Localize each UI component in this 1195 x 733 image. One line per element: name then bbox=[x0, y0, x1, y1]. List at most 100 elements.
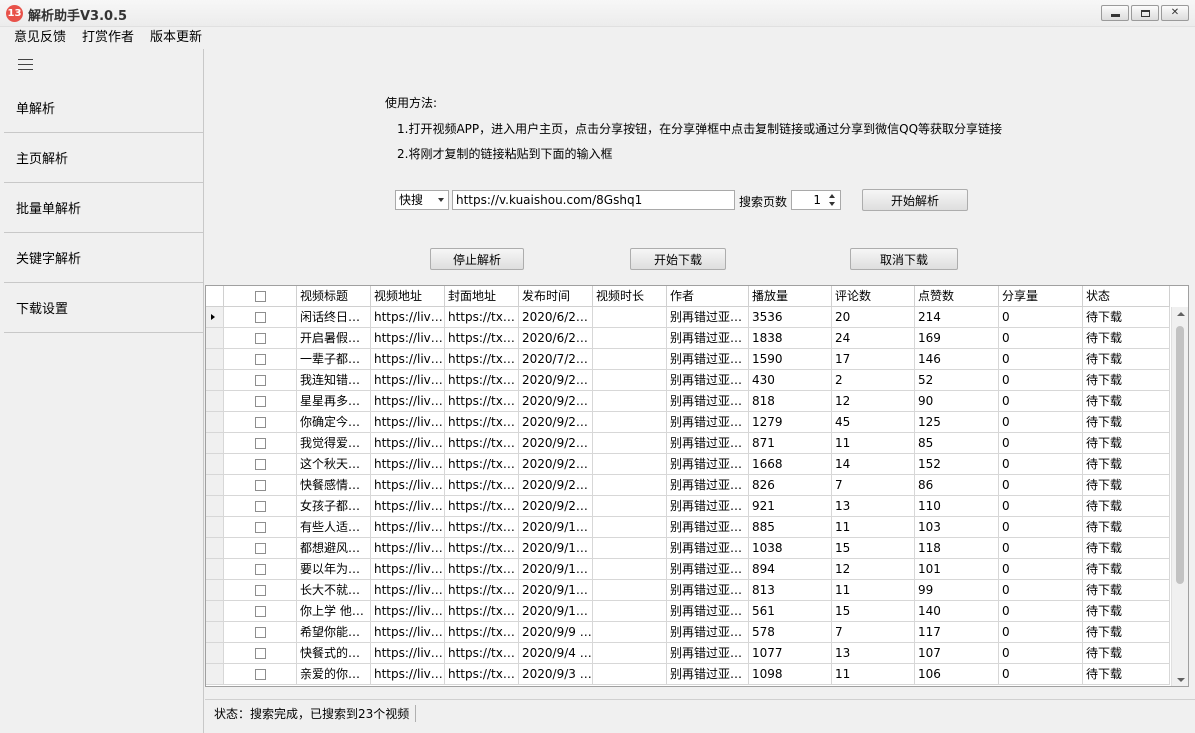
row-select-cell[interactable] bbox=[224, 622, 297, 642]
table-cell[interactable]: 待下载 bbox=[1083, 370, 1170, 390]
table-cell[interactable]: 99 bbox=[915, 580, 999, 600]
table-cell[interactable]: https://liv… bbox=[371, 538, 445, 558]
table-cell[interactable]: 146 bbox=[915, 349, 999, 369]
table-cell[interactable]: https://tx… bbox=[445, 391, 519, 411]
row-select-cell[interactable] bbox=[224, 433, 297, 453]
table-cell[interactable]: https://tx… bbox=[445, 328, 519, 348]
table-cell[interactable]: 快餐感情… bbox=[297, 475, 371, 495]
table-cell[interactable]: https://liv… bbox=[371, 580, 445, 600]
table-cell[interactable] bbox=[593, 349, 667, 369]
table-cell[interactable]: 0 bbox=[999, 328, 1083, 348]
table-cell[interactable]: 110 bbox=[915, 496, 999, 516]
table-cell[interactable]: 813 bbox=[749, 580, 832, 600]
table-row[interactable]: 这个秋天… https://liv… https://tx… 2020/9/2… 别再错… bbox=[206, 454, 1170, 475]
table-cell[interactable]: 待下载 bbox=[1083, 601, 1170, 621]
table-cell[interactable] bbox=[593, 307, 667, 327]
table-cell[interactable]: https://tx… bbox=[445, 580, 519, 600]
table-cell[interactable]: https://liv… bbox=[371, 349, 445, 369]
table-cell[interactable]: 11 bbox=[832, 664, 915, 684]
table-cell[interactable]: 0 bbox=[999, 517, 1083, 537]
table-cell[interactable]: 578 bbox=[749, 622, 832, 642]
table-cell[interactable]: 别再错过亚… bbox=[667, 496, 749, 516]
row-checkbox[interactable] bbox=[254, 332, 266, 344]
table-row[interactable]: 你确定今… https://liv… https://tx… 2020/9/2… 别再错… bbox=[206, 412, 1170, 433]
hamburger-menu-icon[interactable] bbox=[18, 59, 34, 71]
table-cell[interactable]: 826 bbox=[749, 475, 832, 495]
table-cell[interactable] bbox=[593, 643, 667, 663]
table-cell[interactable]: 别再错过亚… bbox=[667, 454, 749, 474]
row-select-cell[interactable] bbox=[224, 496, 297, 516]
sidebar-item-single-parse[interactable]: 单解析 bbox=[4, 83, 204, 133]
row-checkbox[interactable] bbox=[254, 374, 266, 386]
row-checkbox[interactable] bbox=[254, 311, 266, 323]
table-cell[interactable]: 13 bbox=[832, 496, 915, 516]
table-cell[interactable]: 2020/9/1… bbox=[519, 538, 593, 558]
table-cell[interactable]: 有些人适… bbox=[297, 517, 371, 537]
table-cell[interactable]: 1668 bbox=[749, 454, 832, 474]
table-cell[interactable]: 561 bbox=[749, 601, 832, 621]
table-cell[interactable]: 0 bbox=[999, 454, 1083, 474]
table-cell[interactable]: 女孩子都… bbox=[297, 496, 371, 516]
table-cell[interactable]: 117 bbox=[915, 622, 999, 642]
row-checkbox[interactable] bbox=[254, 395, 266, 407]
table-cell[interactable] bbox=[593, 580, 667, 600]
row-select-cell[interactable] bbox=[224, 307, 297, 327]
table-cell[interactable]: https://tx… bbox=[445, 601, 519, 621]
table-cell[interactable]: 885 bbox=[749, 517, 832, 537]
table-cell[interactable]: 0 bbox=[999, 538, 1083, 558]
table-cell[interactable] bbox=[593, 391, 667, 411]
table-cell[interactable]: 11 bbox=[832, 433, 915, 453]
table-cell[interactable]: 希望你能… bbox=[297, 622, 371, 642]
table-cell[interactable]: 长大不就… bbox=[297, 580, 371, 600]
table-cell[interactable]: 2020/9/9 … bbox=[519, 622, 593, 642]
table-cell[interactable]: 0 bbox=[999, 349, 1083, 369]
column-header[interactable]: 视频地址 bbox=[371, 286, 445, 307]
table-cell[interactable] bbox=[593, 454, 667, 474]
table-cell[interactable]: https://liv… bbox=[371, 391, 445, 411]
table-cell[interactable]: 别再错过亚… bbox=[667, 538, 749, 558]
table-cell[interactable]: 你上学 他… bbox=[297, 601, 371, 621]
row-select-cell[interactable] bbox=[224, 559, 297, 579]
table-cell[interactable]: 我觉得爱… bbox=[297, 433, 371, 453]
row-checkbox[interactable] bbox=[254, 584, 266, 596]
table-cell[interactable]: 7 bbox=[832, 622, 915, 642]
row-select-cell[interactable] bbox=[224, 454, 297, 474]
table-cell[interactable] bbox=[593, 601, 667, 621]
table-cell[interactable]: 140 bbox=[915, 601, 999, 621]
table-cell[interactable]: 2020/9/2… bbox=[519, 454, 593, 474]
table-row[interactable]: 都想避风… https://liv… https://tx… 2020/9/1… 别再错… bbox=[206, 538, 1170, 559]
table-cell[interactable] bbox=[593, 622, 667, 642]
table-cell[interactable]: 2020/6/2… bbox=[519, 328, 593, 348]
cancel-download-button[interactable]: 取消下载 bbox=[850, 248, 958, 270]
table-cell[interactable]: 别再错过亚… bbox=[667, 349, 749, 369]
pages-stepper[interactable]: 1 bbox=[791, 190, 841, 210]
sidebar-item-keyword-parse[interactable]: 关键字解析 bbox=[4, 233, 204, 283]
table-row[interactable]: 有些人适… https://liv… https://tx… 2020/9/1… 别再错… bbox=[206, 517, 1170, 538]
table-cell[interactable]: 闲话终日… bbox=[297, 307, 371, 327]
table-cell[interactable]: 快餐式的… bbox=[297, 643, 371, 663]
table-cell[interactable]: https://liv… bbox=[371, 496, 445, 516]
row-checkbox[interactable] bbox=[254, 437, 266, 449]
table-cell[interactable]: 别再错过亚… bbox=[667, 433, 749, 453]
table-cell[interactable] bbox=[593, 433, 667, 453]
table-cell[interactable]: 2 bbox=[832, 370, 915, 390]
table-cell[interactable]: 0 bbox=[999, 559, 1083, 579]
table-cell[interactable]: 别再错过亚… bbox=[667, 643, 749, 663]
table-cell[interactable]: 2020/9/2… bbox=[519, 370, 593, 390]
table-cell[interactable]: 2020/9/2… bbox=[519, 412, 593, 432]
table-cell[interactable]: 107 bbox=[915, 643, 999, 663]
table-cell[interactable]: https://liv… bbox=[371, 664, 445, 684]
row-checkbox[interactable] bbox=[254, 605, 266, 617]
table-cell[interactable]: 17 bbox=[832, 349, 915, 369]
table-cell[interactable]: 2020/9/1… bbox=[519, 580, 593, 600]
table-cell[interactable]: 别再错过亚… bbox=[667, 391, 749, 411]
row-checkbox[interactable] bbox=[254, 542, 266, 554]
table-cell[interactable]: 13 bbox=[832, 643, 915, 663]
table-cell[interactable]: https://liv… bbox=[371, 307, 445, 327]
start-parse-button[interactable]: 开始解析 bbox=[862, 189, 968, 211]
table-cell[interactable]: 12 bbox=[832, 391, 915, 411]
table-row[interactable]: 开启暑假… https://liv… https://tx… 2020/6/2… 别再错… bbox=[206, 328, 1170, 349]
table-cell[interactable]: 0 bbox=[999, 643, 1083, 663]
table-cell[interactable]: 待下载 bbox=[1083, 622, 1170, 642]
table-cell[interactable]: 24 bbox=[832, 328, 915, 348]
